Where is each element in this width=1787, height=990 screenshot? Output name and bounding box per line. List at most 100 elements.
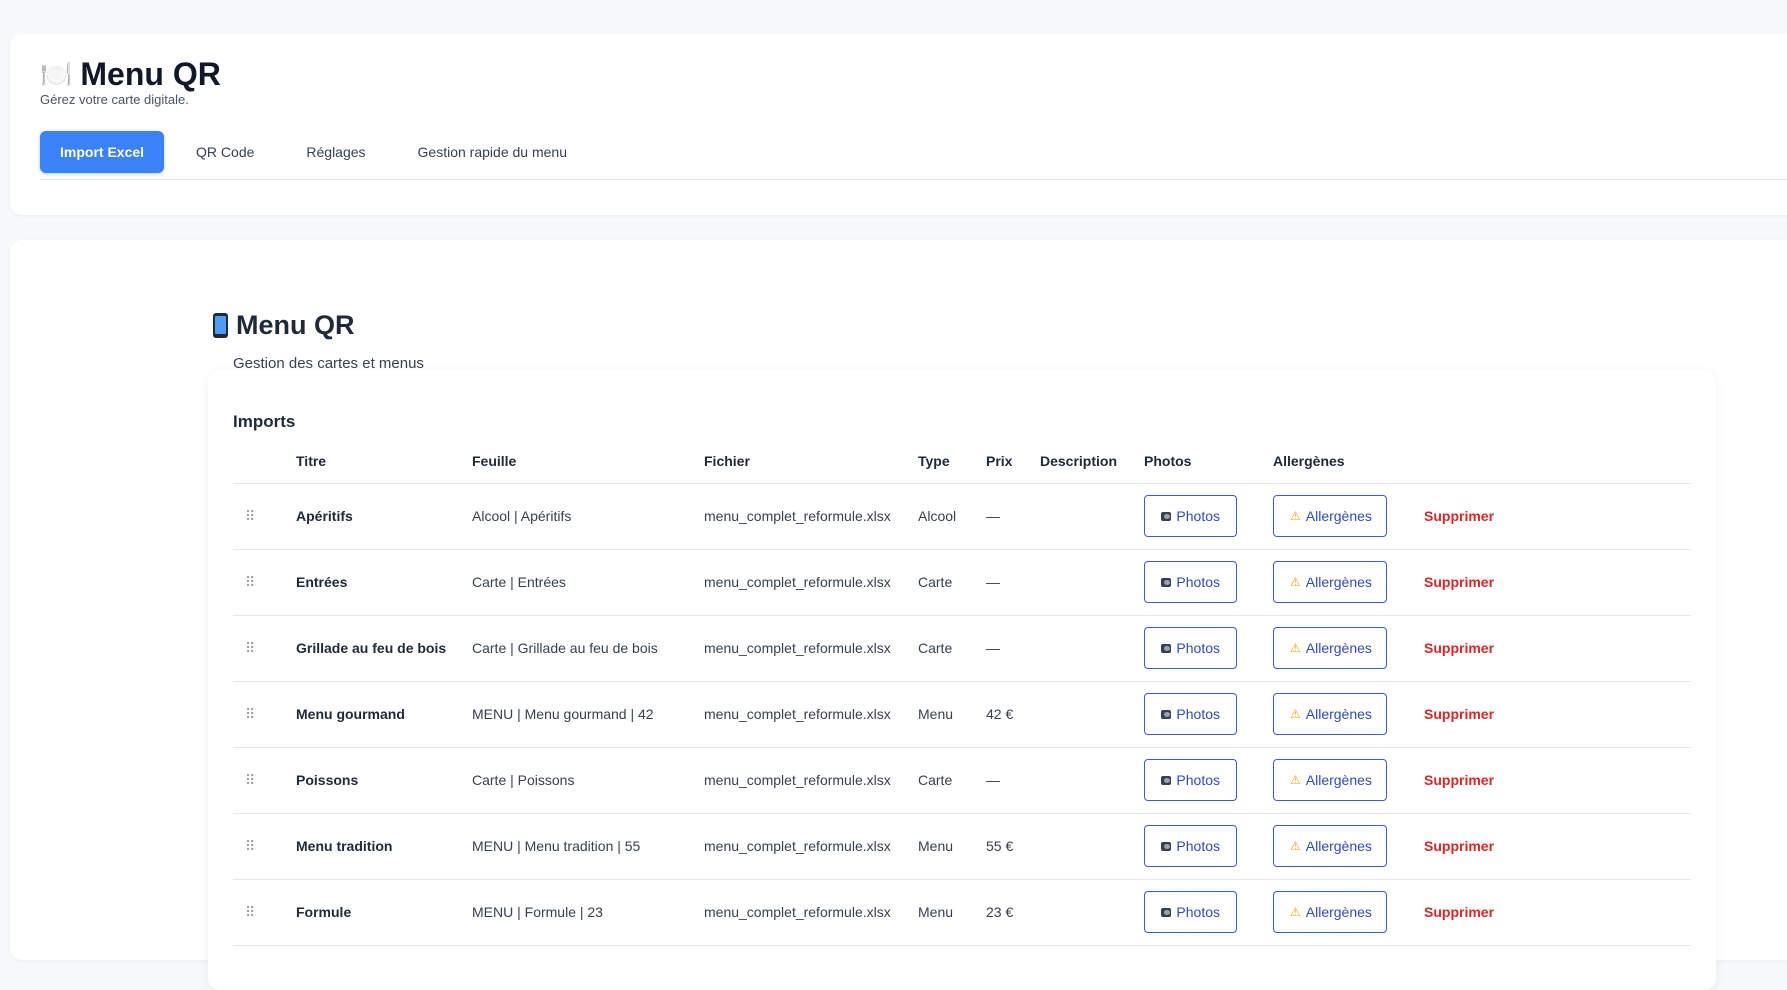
drag-cell: ⠿ <box>233 681 296 748</box>
cell-type: Carte <box>918 549 986 616</box>
cell-feuille: Alcool | Apéritifs <box>472 483 704 550</box>
column-header-titre: Titre <box>296 440 472 484</box>
imports-heading: Imports <box>233 412 296 431</box>
cell-type: Alcool <box>918 483 986 550</box>
photos-button[interactable]: Photos <box>1144 561 1237 603</box>
warning-icon: ⚠ <box>1290 773 1301 787</box>
cell-description <box>1040 681 1144 748</box>
delete-button[interactable]: Supprimer <box>1424 508 1494 524</box>
allergens-button[interactable]: ⚠ Allergènes <box>1273 825 1387 867</box>
cell-description <box>1040 483 1144 550</box>
cell-titre: Menu gourmand <box>296 681 472 748</box>
cell-fichier: menu_complet_reformule.xlsx <box>704 483 918 550</box>
drag-handle-icon[interactable]: ⠿ <box>245 574 255 591</box>
photos-button[interactable]: Photos <box>1144 495 1237 537</box>
delete-button[interactable]: Supprimer <box>1424 574 1494 590</box>
cell-feuille: MENU | Menu gourmand | 42 <box>472 681 704 748</box>
main-card: Menu QR Gestion des cartes et menus Impo… <box>10 240 1787 990</box>
drag-handle-icon[interactable]: ⠿ <box>245 904 255 921</box>
table-row: ⠿ Apéritifs Alcool | Apéritifs menu_complet… <box>233 483 1691 550</box>
warning-icon: ⚠ <box>1290 509 1301 523</box>
allergens-button-label: Allergènes <box>1305 640 1372 656</box>
page-title-text: Menu QR <box>236 310 355 340</box>
delete-button[interactable]: Supprimer <box>1424 904 1494 920</box>
cell-photos: Photos <box>1144 615 1273 682</box>
cell-fichier: menu_complet_reformule.xlsx <box>704 681 918 748</box>
cell-allergenes: ⚠ Allergènes <box>1273 483 1390 550</box>
allergens-button[interactable]: ⚠ Allergènes <box>1273 693 1387 735</box>
cell-prix: — <box>986 483 1040 550</box>
cell-titre: Poissons <box>296 747 472 814</box>
cell-feuille: Carte | Entrées <box>472 549 704 616</box>
photos-button-label: Photos <box>1176 904 1220 920</box>
cell-titre: Entrées <box>296 549 472 616</box>
table-row: ⠿ Menu gourmand MENU | Menu gourmand | 42 m… <box>233 681 1691 748</box>
cell-actions: Supprimer <box>1390 615 1691 682</box>
cell-description <box>1040 615 1144 682</box>
photos-button-label: Photos <box>1176 772 1220 788</box>
cell-description <box>1040 549 1144 616</box>
column-header-feuille: Feuille <box>472 440 704 484</box>
cell-prix: — <box>986 549 1040 616</box>
column-header-drag <box>233 440 296 484</box>
cell-photos: Photos <box>1144 549 1273 616</box>
table-row: ⠿ Entrées Carte | Entrées menu_complet_refo… <box>233 549 1691 616</box>
drag-handle-icon[interactable]: ⠿ <box>245 772 255 789</box>
cell-actions: Supprimer <box>1390 549 1691 616</box>
tab-qr-code[interactable]: QR Code <box>176 131 274 173</box>
drag-handle-icon[interactable]: ⠿ <box>245 640 255 657</box>
cell-description <box>1040 879 1144 946</box>
drag-handle-icon[interactable]: ⠿ <box>245 838 255 855</box>
delete-button[interactable]: Supprimer <box>1424 640 1494 656</box>
cell-allergenes: ⚠ Allergènes <box>1273 813 1390 880</box>
tab-reglages[interactable]: Réglages <box>286 131 385 173</box>
app-title-text: Menu QR <box>80 56 221 92</box>
cell-feuille: MENU | Menu tradition | 55 <box>472 813 704 880</box>
column-header-prix: Prix <box>986 440 1040 484</box>
allergens-button[interactable]: ⚠ Allergènes <box>1273 627 1387 669</box>
cell-actions: Supprimer <box>1390 483 1691 550</box>
tab-bar: Import Excel QR Code Réglages Gestion ra… <box>40 131 1787 180</box>
camera-icon <box>1161 709 1172 719</box>
drag-handle-icon[interactable]: ⠿ <box>245 508 255 525</box>
allergens-button[interactable]: ⚠ Allergènes <box>1273 891 1387 933</box>
cell-allergenes: ⚠ Allergènes <box>1273 549 1390 616</box>
camera-icon <box>1161 511 1172 521</box>
allergens-button-label: Allergènes <box>1305 904 1372 920</box>
delete-button[interactable]: Supprimer <box>1424 772 1494 788</box>
tab-gestion-rapide[interactable]: Gestion rapide du menu <box>398 131 587 173</box>
tab-import-excel[interactable]: Import Excel <box>40 131 165 173</box>
allergens-button[interactable]: ⚠ Allergènes <box>1273 495 1387 537</box>
table-row: ⠿ Menu tradition MENU | Menu tradition | 5… <box>233 813 1691 880</box>
cell-fichier: menu_complet_reformule.xlsx <box>704 615 918 682</box>
column-header-description: Description <box>1040 440 1144 484</box>
photos-button[interactable]: Photos <box>1144 759 1237 801</box>
cell-fichier: menu_complet_reformule.xlsx <box>704 813 918 880</box>
photos-button[interactable]: Photos <box>1144 693 1237 735</box>
phone-icon <box>213 313 228 338</box>
cell-prix: — <box>986 615 1040 682</box>
warning-icon: ⚠ <box>1290 641 1301 655</box>
column-header-actions <box>1390 440 1691 484</box>
delete-button[interactable]: Supprimer <box>1424 838 1494 854</box>
photos-button[interactable]: Photos <box>1144 825 1237 867</box>
app-subtitle: Gérez votre carte digitale. <box>40 92 189 107</box>
photos-button[interactable]: Photos <box>1144 891 1237 933</box>
allergens-button[interactable]: ⚠ Allergènes <box>1273 561 1387 603</box>
allergens-button-label: Allergènes <box>1305 706 1372 722</box>
column-header-fichier: Fichier <box>704 440 918 484</box>
plate-cutlery-icon: 🍽️ <box>40 59 73 89</box>
photos-button-label: Photos <box>1176 706 1220 722</box>
cell-fichier: menu_complet_reformule.xlsx <box>704 747 918 814</box>
cell-type: Menu <box>918 879 986 946</box>
photos-button[interactable]: Photos <box>1144 627 1237 669</box>
delete-button[interactable]: Supprimer <box>1424 706 1494 722</box>
allergens-button-label: Allergènes <box>1305 508 1372 524</box>
allergens-button[interactable]: ⚠ Allergènes <box>1273 759 1387 801</box>
cell-photos: Photos <box>1144 813 1273 880</box>
drag-handle-icon[interactable]: ⠿ <box>245 706 255 723</box>
cell-actions: Supprimer <box>1390 747 1691 814</box>
cell-type: Menu <box>918 813 986 880</box>
column-header-photos: Photos <box>1144 440 1273 484</box>
table-row: ⠿ Poissons Carte | Poissons menu_complet_re… <box>233 747 1691 814</box>
